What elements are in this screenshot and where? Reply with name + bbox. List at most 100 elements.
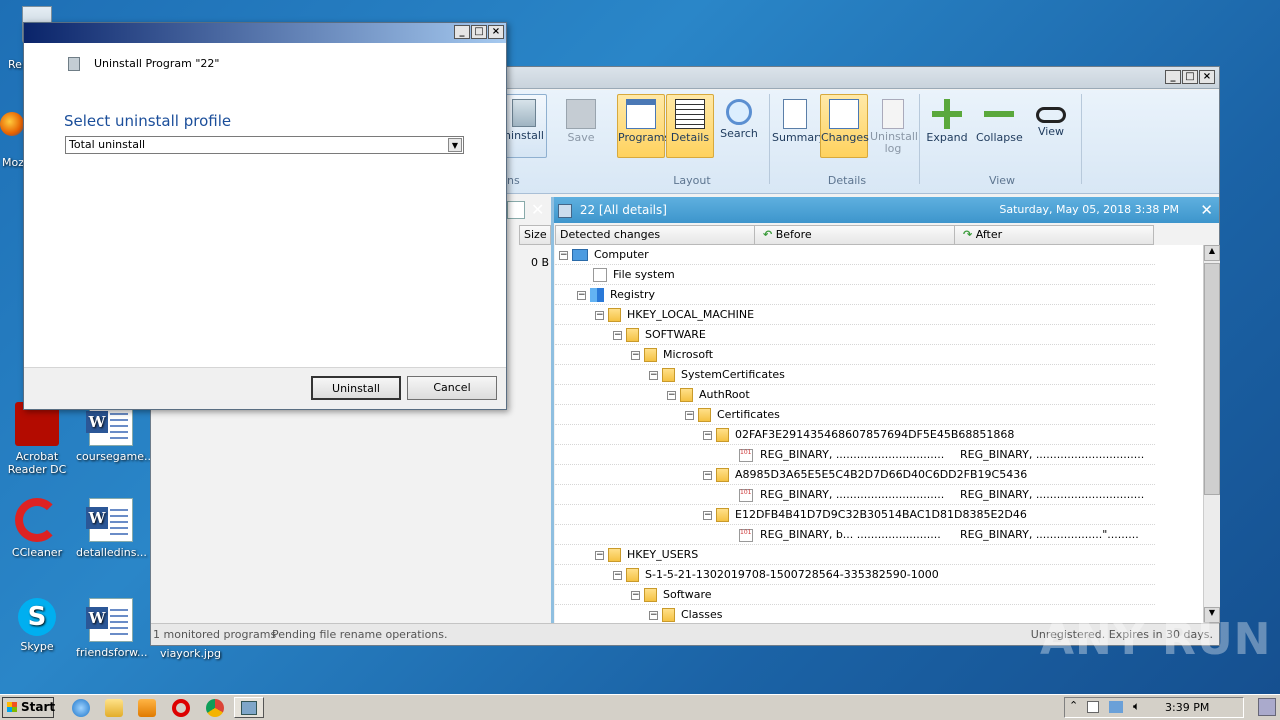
search-button[interactable]: Search bbox=[715, 94, 763, 158]
tree-row[interactable]: − Computer bbox=[555, 245, 1155, 265]
tree-row[interactable]: − HKEY_USERS bbox=[555, 545, 1155, 565]
minimize-icon[interactable]: _ bbox=[1165, 70, 1181, 84]
desktop-icon-coursegame[interactable]: coursegame... bbox=[76, 402, 154, 463]
desktop-icon-ccleaner[interactable]: CCleaner bbox=[2, 498, 72, 559]
collapse-toggle-icon[interactable]: − bbox=[649, 370, 658, 380]
desktop-icon-label: Acrobat Reader DC bbox=[7, 450, 67, 476]
registry-value-icon: 101 bbox=[739, 448, 753, 462]
tree-row[interactable]: − SOFTWARE bbox=[555, 325, 1155, 345]
tree-row[interactable]: − Certificates bbox=[555, 405, 1155, 425]
dialog-titlebar[interactable]: _ □ × bbox=[24, 23, 506, 43]
collapse-toggle-icon[interactable]: − bbox=[559, 250, 568, 260]
collapse-minus-icon bbox=[984, 99, 1014, 129]
folder-icon bbox=[644, 588, 657, 602]
uninstall-log-button[interactable]: Uninstall log bbox=[869, 94, 918, 158]
programs-button[interactable]: Programs bbox=[617, 94, 670, 158]
media-player-icon[interactable] bbox=[138, 699, 156, 717]
folder-icon bbox=[662, 368, 675, 382]
panel-splitter[interactable] bbox=[551, 197, 554, 625]
tree-row[interactable]: − E12DFB4B41D7D9C32B30514BAC1D81D8385E2D4… bbox=[555, 505, 1155, 525]
desktop-icon-label: Skype bbox=[20, 640, 54, 653]
collapse-toggle-icon[interactable]: − bbox=[577, 290, 586, 300]
collapse-toggle-icon[interactable]: − bbox=[703, 430, 712, 440]
collapse-toggle-icon[interactable]: − bbox=[595, 310, 604, 320]
collapse-toggle-icon[interactable]: − bbox=[667, 390, 676, 400]
desktop-icon-detalledins[interactable]: detalledins... bbox=[76, 498, 147, 559]
clear-search-icon[interactable]: ✕ bbox=[531, 200, 544, 219]
scroll-up-arrow-icon[interactable]: ▲ bbox=[1204, 245, 1220, 261]
show-desktop-button[interactable] bbox=[1258, 698, 1276, 716]
summary-button[interactable]: Summary bbox=[771, 94, 825, 158]
search-box[interactable] bbox=[507, 201, 525, 219]
opera-icon[interactable] bbox=[172, 699, 190, 717]
internet-explorer-icon[interactable] bbox=[72, 699, 90, 717]
tree-row[interactable]: − HKEY_LOCAL_MACHINE bbox=[555, 305, 1155, 325]
detected-changes-column-header[interactable]: Detected changes bbox=[555, 225, 755, 245]
view-button[interactable]: View bbox=[1027, 94, 1075, 158]
cancel-button[interactable]: Cancel bbox=[407, 376, 497, 400]
collapse-button[interactable]: Collapse bbox=[975, 94, 1023, 158]
details-button[interactable]: Details bbox=[666, 94, 714, 158]
tree-row[interactable]: 101 REG_BINARY, .........................… bbox=[555, 485, 1155, 505]
network-icon[interactable] bbox=[1109, 701, 1123, 713]
security-flag-icon[interactable] bbox=[1087, 701, 1099, 713]
volume-icon[interactable]: 🔈︎ bbox=[1133, 699, 1140, 714]
maximize-icon[interactable]: □ bbox=[1182, 70, 1198, 84]
trash-can-icon bbox=[68, 57, 80, 71]
show-hidden-icons-icon[interactable]: ⌃ bbox=[1069, 699, 1078, 712]
desktop-icon-viayork-label[interactable]: viayork.jpg bbox=[160, 647, 221, 660]
collapse-toggle-icon[interactable]: − bbox=[631, 590, 640, 600]
tree-row[interactable]: − Registry bbox=[555, 285, 1155, 305]
tree-row[interactable]: − A8985D3A65E5E5C4B2D7D66D40C6DD2FB19C543… bbox=[555, 465, 1155, 485]
close-icon[interactable]: × bbox=[1199, 70, 1215, 84]
collapse-toggle-icon[interactable]: − bbox=[685, 410, 694, 420]
start-button[interactable]: Start bbox=[2, 697, 55, 718]
magnifier-icon bbox=[726, 99, 752, 125]
scroll-thumb[interactable] bbox=[1204, 263, 1220, 495]
changes-button[interactable]: Changes bbox=[820, 94, 869, 158]
minimize-icon[interactable]: _ bbox=[454, 25, 470, 39]
tree-row[interactable]: − S-1-5-21-1302019708-1500728564-33538259… bbox=[555, 565, 1155, 585]
collapse-toggle-icon[interactable]: − bbox=[613, 570, 622, 580]
collapse-toggle-icon[interactable]: − bbox=[703, 470, 712, 480]
tree-row[interactable]: − Microsoft bbox=[555, 345, 1155, 365]
folder-icon bbox=[698, 408, 711, 422]
chevron-down-icon[interactable]: ▼ bbox=[448, 138, 462, 152]
tree-row[interactable]: − Software bbox=[555, 585, 1155, 605]
uninstall-confirm-button[interactable]: Uninstall bbox=[311, 376, 401, 400]
after-column-header[interactable]: ↷ After bbox=[954, 225, 1154, 245]
collapse-toggle-icon[interactable]: − bbox=[595, 550, 604, 560]
tree-vertical-scrollbar[interactable]: ▲ ▼ bbox=[1203, 245, 1220, 623]
skype-icon: S bbox=[18, 598, 56, 636]
uninstall-button[interactable]: ninstall bbox=[501, 94, 547, 158]
desktop-icon-firefox[interactable]: Moz bbox=[0, 112, 24, 169]
taskbar-active-app[interactable] bbox=[234, 697, 264, 718]
file-explorer-icon[interactable] bbox=[105, 699, 123, 717]
expand-button[interactable]: Expand bbox=[923, 94, 971, 158]
tree-row[interactable]: 101 REG_BINARY, .........................… bbox=[555, 445, 1155, 465]
tree-row[interactable]: File system bbox=[555, 265, 1155, 285]
size-column-header[interactable]: Size bbox=[519, 225, 551, 245]
collapse-toggle-icon[interactable]: − bbox=[649, 610, 658, 620]
desktop-icon-skype[interactable]: S Skype bbox=[2, 598, 72, 653]
chrome-icon[interactable] bbox=[206, 699, 224, 717]
ribbon-group-label: ns bbox=[507, 174, 520, 187]
tree-row[interactable]: − AuthRoot bbox=[555, 385, 1155, 405]
collapse-toggle-icon[interactable]: − bbox=[703, 510, 712, 520]
desktop-icon-friendsforw[interactable]: friendsforw... bbox=[76, 598, 148, 659]
maximize-icon[interactable]: □ bbox=[471, 25, 487, 39]
file-system-icon bbox=[593, 268, 607, 282]
tree-row[interactable]: 101 REG_BINARY, b... ....................… bbox=[555, 525, 1155, 545]
folder-icon bbox=[626, 568, 639, 582]
before-column-header[interactable]: ↶ Before bbox=[754, 225, 955, 245]
desktop-icon-acrobat[interactable]: Acrobat Reader DC bbox=[2, 402, 72, 476]
collapse-toggle-icon[interactable]: − bbox=[613, 330, 622, 340]
tree-row[interactable]: −02FAF3E291435468607857694DF5E45B6885186… bbox=[555, 425, 1155, 445]
profile-select[interactable]: Total uninstall ▼ bbox=[65, 136, 464, 154]
tree-row[interactable]: − SystemCertificates bbox=[555, 365, 1155, 385]
save-button[interactable]: Save bbox=[557, 94, 605, 158]
close-icon[interactable]: × bbox=[488, 25, 504, 39]
clock[interactable]: 3:39 PM bbox=[1165, 701, 1209, 714]
collapse-toggle-icon[interactable]: − bbox=[631, 350, 640, 360]
close-details-icon[interactable]: ✕ bbox=[1200, 197, 1213, 223]
